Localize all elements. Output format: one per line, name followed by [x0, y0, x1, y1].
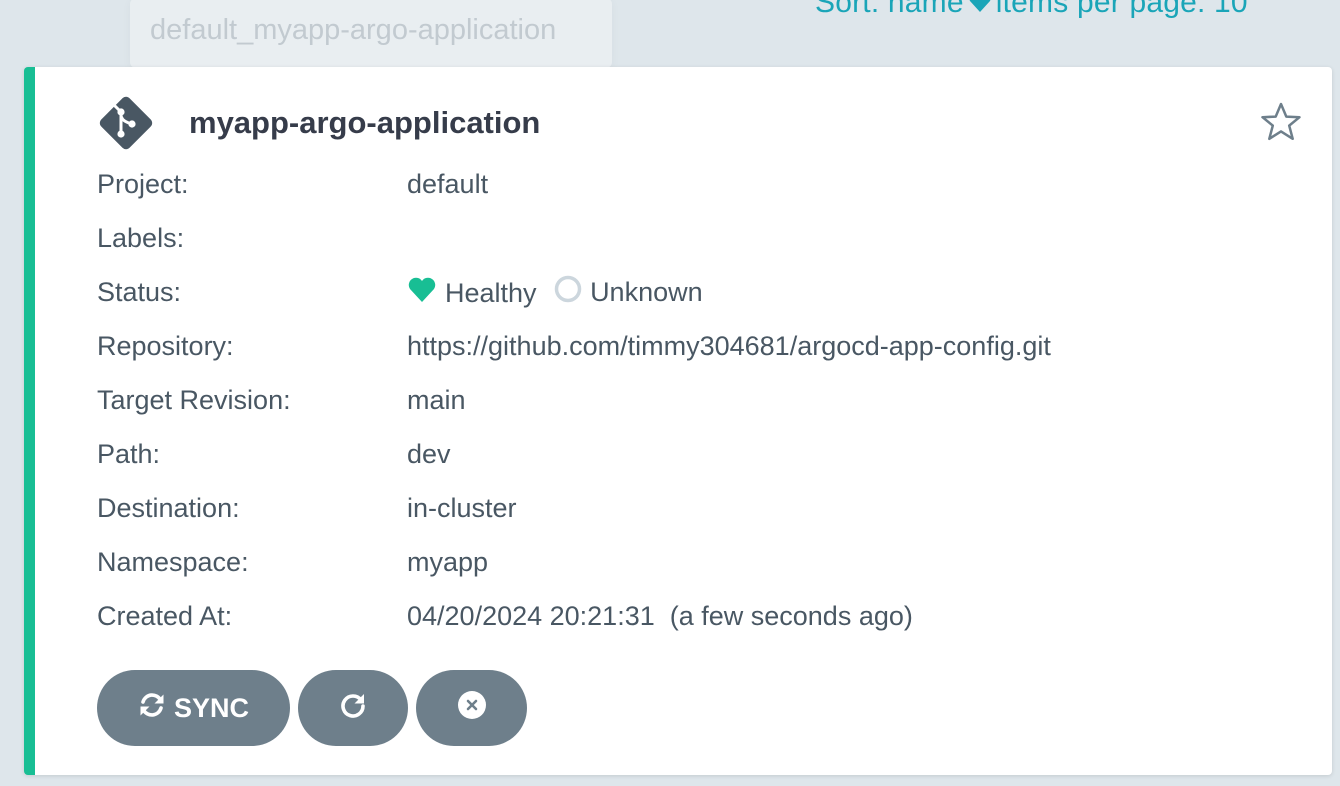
application-tile[interactable]: myapp-argo-application Project: default … [24, 67, 1332, 775]
target-revision-row: Target Revision: main [97, 373, 1292, 427]
star-icon[interactable] [1260, 101, 1302, 143]
sync-status-text: Unknown [590, 276, 703, 307]
git-icon [97, 94, 155, 152]
labels-row: Labels: [97, 211, 1292, 265]
namespace-row: Namespace: myapp [97, 535, 1292, 589]
delete-button[interactable] [416, 670, 527, 746]
application-tile-header: myapp-argo-application [97, 95, 540, 151]
tooltip-text: default_myapp-argo-application [150, 14, 557, 46]
project-label: Project: [97, 168, 189, 199]
namespace-label: Namespace: [97, 546, 249, 577]
sort-dropdown[interactable]: Sort: name [815, 0, 964, 19]
status-row: Status: Healthy Unknown [97, 265, 1292, 319]
sync-icon [138, 691, 174, 726]
path-row: Path: dev [97, 427, 1292, 481]
health-status: Healthy [407, 277, 537, 310]
labels-label: Labels: [97, 222, 185, 253]
created-at-value: 04/20/2024 20:21:31 (a few seconds ago) [407, 600, 913, 631]
path-label: Path: [97, 438, 161, 469]
application-actions: SYNC [97, 670, 527, 746]
created-at-row: Created At: 04/20/2024 20:21:31 (a few s… [97, 589, 1292, 643]
sync-button[interactable]: SYNC [97, 670, 290, 746]
created-at-label: Created At: [97, 600, 233, 631]
status-label: Status: [97, 276, 182, 307]
destination-value: in-cluster [407, 492, 517, 523]
tooltip: default_myapp-argo-application [130, 0, 612, 68]
application-title[interactable]: myapp-argo-application [189, 105, 540, 141]
circle-notch-icon [554, 275, 590, 310]
repository-label: Repository: [97, 330, 234, 361]
chevron-down-icon[interactable] [968, 0, 992, 21]
project-value: default [407, 168, 489, 199]
sync-status: Unknown [554, 275, 703, 310]
health-status-text: Healthy [445, 277, 537, 308]
refresh-button[interactable] [298, 670, 408, 746]
target-revision-value: main [407, 384, 466, 415]
project-row: Project: default [97, 157, 1292, 211]
repository-row: Repository: https://github.com/timmy3046… [97, 319, 1292, 373]
path-value: dev [407, 438, 451, 469]
items-per-page-dropdown[interactable]: items per page: 10 [996, 0, 1248, 19]
refresh-icon [339, 691, 367, 726]
repository-value: https://github.com/timmy304681/argocd-ap… [407, 330, 1051, 361]
application-details: Project: default Labels: Status: Healthy [97, 157, 1292, 643]
times-circle-icon [457, 690, 487, 727]
destination-label: Destination: [97, 492, 240, 523]
sync-button-label: SYNC [173, 692, 249, 723]
destination-row: Destination: in-cluster [97, 481, 1292, 535]
namespace-value: myapp [407, 546, 489, 577]
status-value: Healthy Unknown [407, 275, 703, 310]
heart-icon [407, 277, 445, 310]
list-controls: Sort: name items per page: 10 [815, 0, 1248, 21]
target-revision-label: Target Revision: [97, 384, 291, 415]
